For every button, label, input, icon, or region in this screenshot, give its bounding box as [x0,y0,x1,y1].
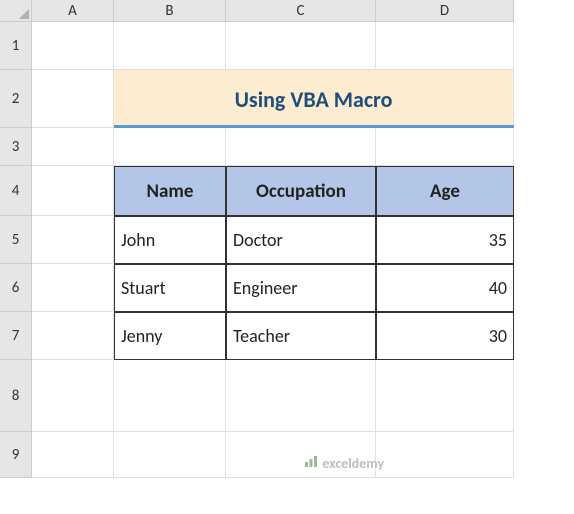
cell-D8[interactable] [376,360,514,432]
table-header-1[interactable]: Occupation [226,166,376,216]
table-cell-2-occupation[interactable]: Teacher [226,312,376,360]
row-headers: 123456789 [0,22,32,478]
cell-C3[interactable] [226,128,376,166]
table-cell-1-occupation[interactable]: Engineer [226,264,376,312]
cell-A5[interactable] [32,216,114,264]
row-2: Using VBA Macro [32,70,514,128]
cell-A3[interactable] [32,128,114,166]
title-cell[interactable]: Using VBA Macro [114,70,514,128]
cell-D3[interactable] [376,128,514,166]
cell-A4[interactable] [32,166,114,216]
row-9 [32,432,514,478]
table-cell-0-name[interactable]: John [114,216,226,264]
select-all-button[interactable] [0,0,32,22]
col-header-B[interactable]: B [114,0,226,22]
table-cell-0-age[interactable]: 35 [376,216,514,264]
table-cell-1-age[interactable]: 40 [376,264,514,312]
row-1 [32,22,514,70]
col-header-A[interactable]: A [32,0,114,22]
cell-B3[interactable] [114,128,226,166]
col-header-C[interactable]: C [226,0,376,22]
table-header-0[interactable]: Name [114,166,226,216]
cell-D9[interactable] [376,432,514,478]
row-5: JohnDoctor35 [32,216,514,264]
spreadsheet: ABCD 123456789 Using VBA Macro NameOccupa… [0,0,574,514]
cell-B9[interactable] [114,432,226,478]
table-cell-2-age[interactable]: 30 [376,312,514,360]
row-3 [32,128,514,166]
cell-A8[interactable] [32,360,114,432]
row-header-6[interactable]: 6 [0,264,32,312]
title-underline [114,125,514,128]
cell-A1[interactable] [32,22,114,70]
row-header-2[interactable]: 2 [0,70,32,128]
table-header-2[interactable]: Age [376,166,514,216]
cell-D1[interactable] [376,22,514,70]
table-cell-1-name[interactable]: Stuart [114,264,226,312]
row-6: StuartEngineer40 [32,264,514,312]
row-header-7[interactable]: 7 [0,312,32,360]
row-7: JennyTeacher30 [32,312,514,360]
cell-A9[interactable] [32,432,114,478]
watermark: exceldemy [304,454,384,472]
cell-B1[interactable] [114,22,226,70]
chart-icon [304,454,318,472]
row-header-9[interactable]: 9 [0,432,32,478]
cell-C8[interactable] [226,360,376,432]
table-cell-0-occupation[interactable]: Doctor [226,216,376,264]
cell-grid: Using VBA MacroNameOccupationAgeJohnDoct… [32,22,514,478]
table-cell-2-name[interactable]: Jenny [114,312,226,360]
row-header-8[interactable]: 8 [0,360,32,432]
watermark-text: exceldemy [322,455,384,472]
column-headers: ABCD [32,0,514,22]
cell-A2[interactable] [32,70,114,128]
cell-A7[interactable] [32,312,114,360]
cell-A6[interactable] [32,264,114,312]
cell-B8[interactable] [114,360,226,432]
col-header-D[interactable]: D [376,0,514,22]
row-8 [32,360,514,432]
row-4: NameOccupationAge [32,166,514,216]
row-header-1[interactable]: 1 [0,22,32,70]
cell-C1[interactable] [226,22,376,70]
row-header-4[interactable]: 4 [0,166,32,216]
row-header-3[interactable]: 3 [0,128,32,166]
row-header-5[interactable]: 5 [0,216,32,264]
